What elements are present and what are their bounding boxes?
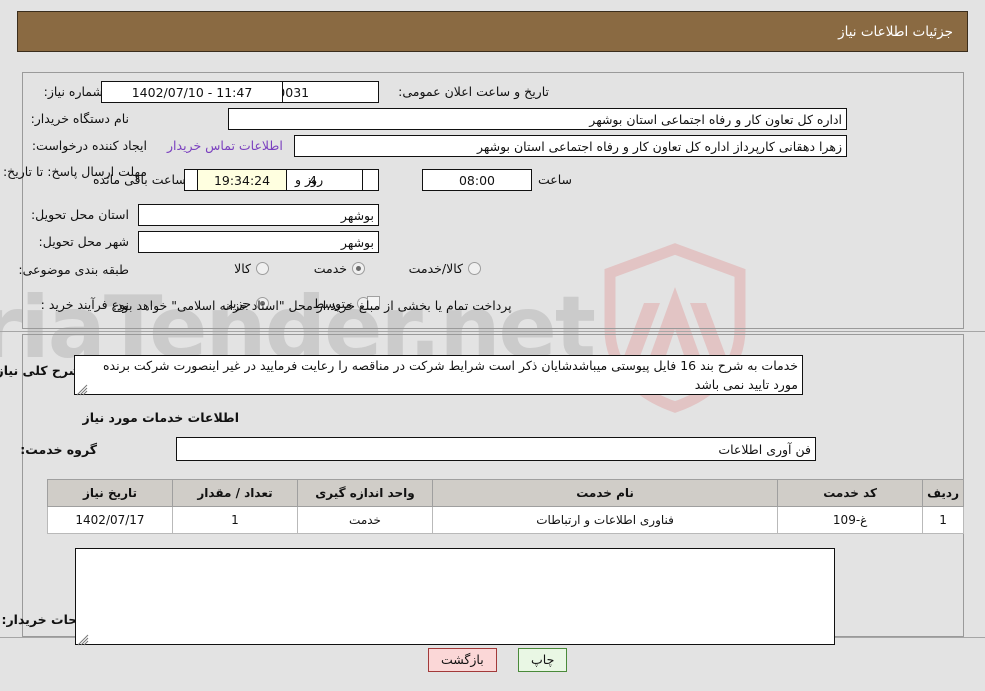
remaining-days-unit: روز و xyxy=(295,172,324,187)
page-title-bar: جزئیات اطلاعات نیاز xyxy=(17,11,968,52)
radio-label: خدمت xyxy=(313,261,347,276)
deadline-time-label: ساعت xyxy=(537,172,572,187)
col-need-date: تاریخ نیاز xyxy=(47,479,173,507)
category-label: طبقه بندی موضوعی: xyxy=(18,262,129,277)
radio-category-kala[interactable]: کالا xyxy=(234,261,269,276)
province-value: بوشهر xyxy=(138,204,379,226)
countdown-value: 19:34:24 xyxy=(197,169,287,191)
need-description-label: شرح کلی نیاز: xyxy=(0,363,81,378)
cell-row: 1 xyxy=(922,506,964,534)
creator-label: ایجاد کننده درخواست: xyxy=(31,138,147,153)
cell-quantity: 1 xyxy=(172,506,298,534)
city-label: شهر محل تحویل: xyxy=(38,234,129,249)
service-group-value: فن آوری اطلاعات xyxy=(176,437,816,461)
announce-date-value: 11:47 - 1402/07/10 xyxy=(101,81,283,103)
page-root: AriaTender.net جزئیات اطلاعات نیاز شماره… xyxy=(0,0,985,691)
col-name: نام خدمت xyxy=(431,479,779,507)
buyer-contact-link[interactable]: اطلاعات تماس خریدار xyxy=(167,138,283,153)
page-title: جزئیات اطلاعات نیاز xyxy=(838,23,953,40)
col-code: کد خدمت xyxy=(777,479,924,507)
radio-indicator[interactable] xyxy=(468,262,481,275)
services-table: ردیف کد خدمت نام خدمت واحد اندازه گیری ت… xyxy=(47,479,964,534)
radio-indicator[interactable] xyxy=(352,262,365,275)
treasury-documents-text: پرداخت تمام یا بخشی از مبلغ خرید،از محل … xyxy=(113,298,512,313)
city-value: بوشهر xyxy=(138,231,379,253)
col-unit: واحد اندازه گیری xyxy=(297,479,433,507)
col-row: ردیف xyxy=(922,479,964,507)
cell-unit: خدمت xyxy=(297,506,433,534)
radio-label: کالا xyxy=(234,261,251,276)
announce-date-label: تاریخ و ساعت اعلان عمومی: xyxy=(398,84,549,99)
cell-code: غ-109 xyxy=(777,506,924,534)
section-divider-1 xyxy=(0,331,985,332)
col-quantity: تعداد / مقدار xyxy=(172,479,298,507)
buyer-notes-textarea[interactable] xyxy=(75,548,835,645)
buyer-org-label: نام دستگاه خریدار: xyxy=(30,111,129,126)
buyer-org-value: اداره کل تعاون کار و رفاه اجتماعی استان … xyxy=(228,108,847,130)
print-button[interactable]: چاپ xyxy=(518,648,568,673)
cell-name: فناوری اطلاعات و ارتباطات xyxy=(431,506,779,534)
countdown-unit-label: ساعت باقی مانده xyxy=(93,172,186,187)
creator-value: زهرا دهقانی کارپرداز اداره کل تعاون کار … xyxy=(294,135,847,157)
need-number-label: شماره نیاز: xyxy=(43,84,103,99)
radio-category-kala-khedmat[interactable]: کالا/خدمت xyxy=(409,261,481,276)
table-header-row: ردیف کد خدمت نام خدمت واحد اندازه گیری ت… xyxy=(47,479,964,507)
cell-need-date: 1402/07/17 xyxy=(47,506,173,534)
radio-category-khedmat[interactable]: خدمت xyxy=(314,261,365,276)
province-label: استان محل تحویل: xyxy=(30,207,129,222)
back-button[interactable]: بازگشت xyxy=(428,648,497,673)
service-group-label: گروه خدمت: xyxy=(20,442,97,457)
deadline-time-value: 08:00 xyxy=(422,169,532,191)
radio-indicator[interactable] xyxy=(256,262,269,275)
need-description-textarea[interactable]: خدمات به شرح بند 16 فایل پیوستی میباشدشا… xyxy=(74,355,803,395)
services-section-title: اطلاعات خدمات مورد نیاز xyxy=(82,410,240,425)
table-row: 1 غ-109 فناوری اطلاعات و ارتباطات خدمت 1… xyxy=(47,506,964,534)
radio-label: کالا/خدمت xyxy=(408,261,463,276)
